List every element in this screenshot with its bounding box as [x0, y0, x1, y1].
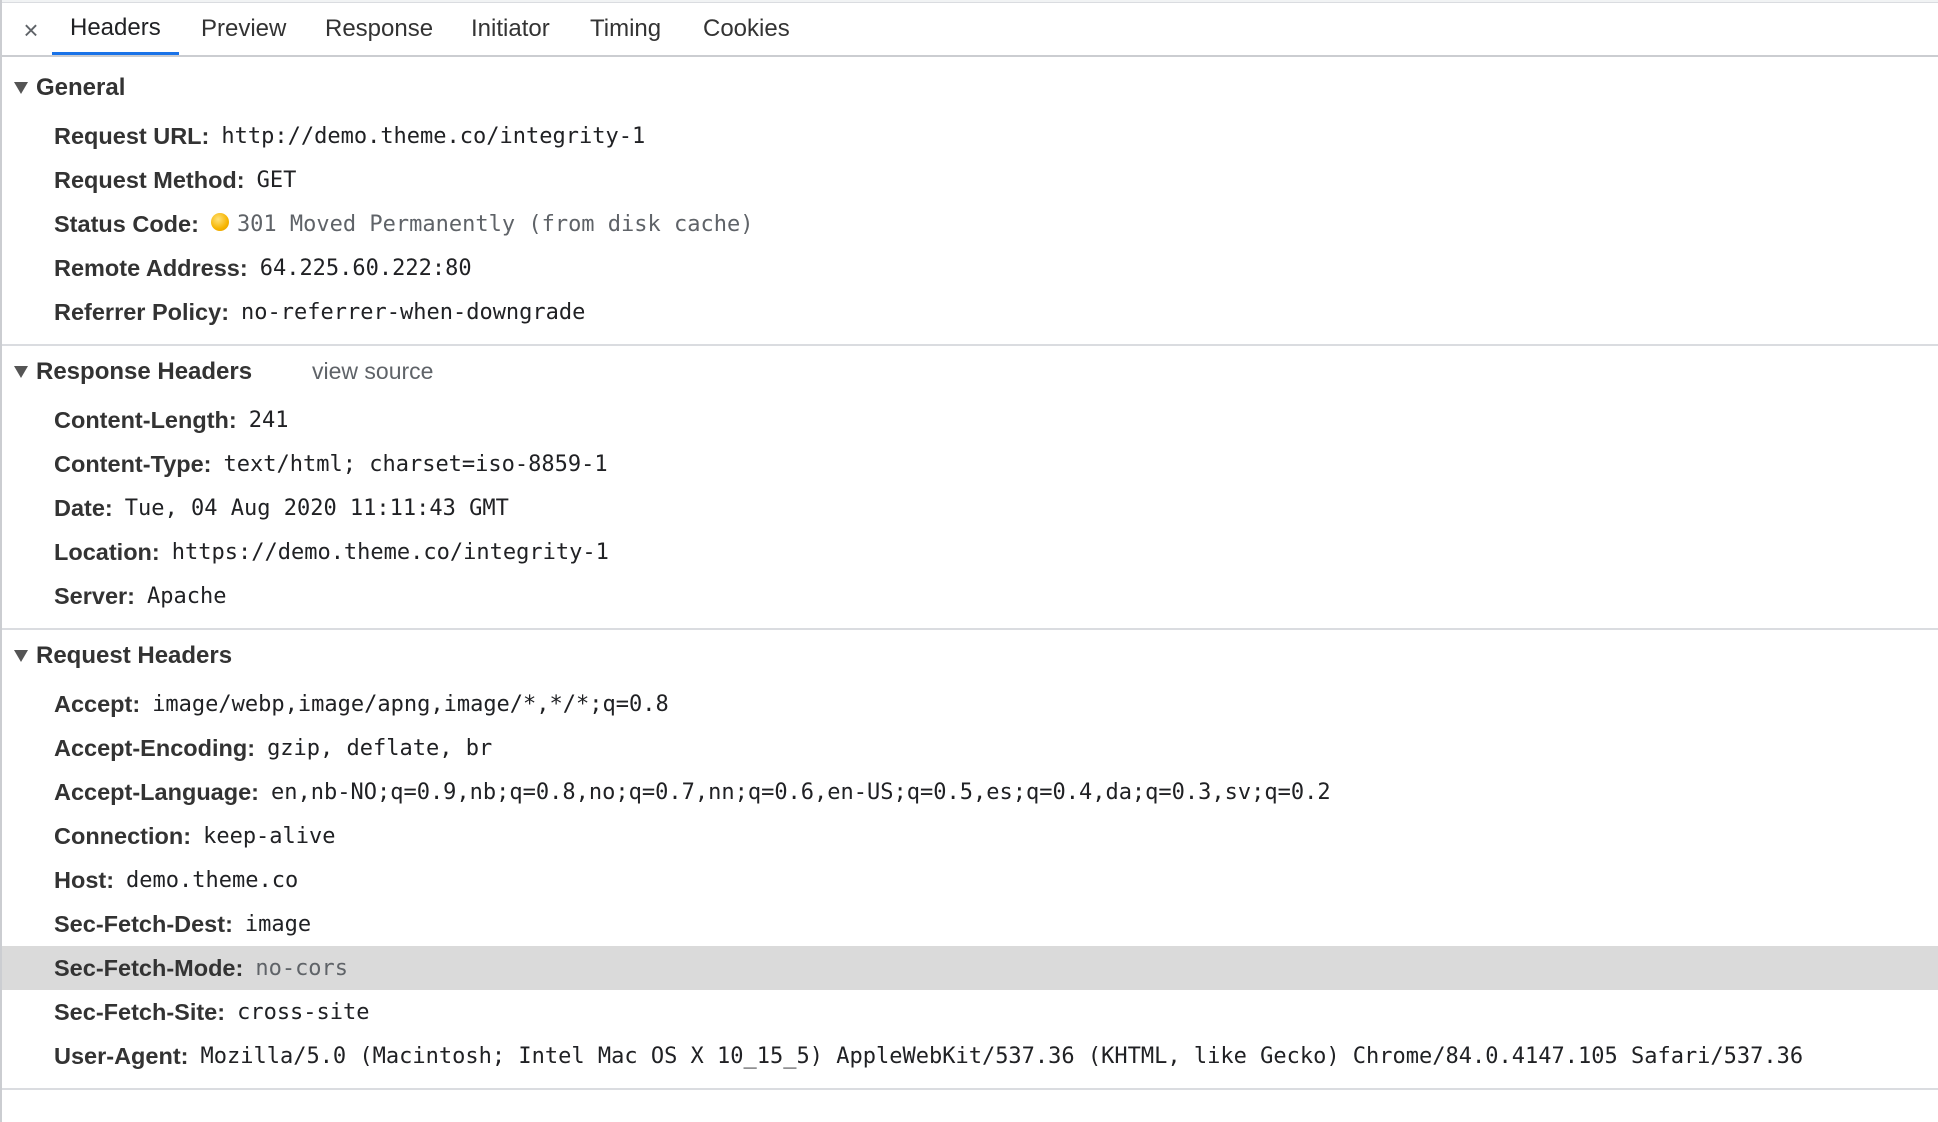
header-key: Accept-Encoding: — [54, 734, 256, 761]
tab-timing[interactable]: Timing — [572, 3, 679, 55]
header-key: Host: — [54, 866, 115, 893]
request-header-row: Accept-Encoding: gzip, deflate, br — [2, 726, 1938, 770]
view-source-link[interactable]: view source — [312, 358, 433, 385]
response-headers-section-header[interactable]: Response Headers — [14, 354, 252, 390]
header-key: Server: — [54, 582, 135, 609]
header-key: Sec-Fetch-Mode: — [54, 954, 244, 981]
request-header-row: Accept: image/webp,image/apng,image/*,*/… — [2, 682, 1938, 726]
header-key: Connection: — [54, 822, 192, 849]
request-header-row: Accept-Language: en,nb-NO;q=0.9,nb;q=0.8… — [2, 770, 1938, 814]
general-row-request-url: Request URL: http://demo.theme.co/integr… — [2, 114, 1938, 158]
general-section-header[interactable]: General — [14, 70, 125, 106]
header-value: text/html; charset=iso-8859-1 — [223, 451, 608, 477]
tab-headers[interactable]: Headers — [52, 3, 179, 55]
request-header-row-highlighted[interactable]: Sec-Fetch-Mode: no-cors — [2, 946, 1938, 990]
header-key: Content-Type: — [54, 450, 212, 477]
header-value: 241 — [248, 407, 289, 433]
header-value: Tue, 04 Aug 2020 11:11:43 GMT — [124, 495, 509, 521]
devtools-network-headers-panel: × Headers Preview Response Initiator Tim… — [0, 0, 1938, 1122]
header-key: Accept: — [54, 690, 141, 717]
request-headers-section-header[interactable]: Request Headers — [14, 638, 232, 674]
header-key: Request Method: — [54, 166, 245, 193]
header-value: gzip, deflate, br — [267, 735, 493, 761]
request-header-row: User-Agent: Mozilla/5.0 (Macintosh; Inte… — [2, 1034, 1938, 1078]
response-header-row: Server: Apache — [2, 574, 1938, 618]
header-value: no-referrer-when-downgrade — [241, 299, 586, 325]
general-row-status-code: Status Code: 301 Moved Permanently (from… — [2, 202, 1938, 246]
tab-preview[interactable]: Preview — [183, 3, 304, 55]
header-key: Status Code: — [54, 210, 199, 237]
header-key: Referrer Policy: — [54, 298, 230, 325]
tab-cookies[interactable]: Cookies — [685, 3, 808, 55]
header-key: Location: — [54, 538, 160, 565]
header-value: keep-alive — [203, 823, 336, 849]
header-value: demo.theme.co — [126, 867, 299, 893]
response-header-row: Content-Type: text/html; charset=iso-885… — [2, 442, 1938, 486]
header-value: no-cors — [255, 955, 349, 981]
header-key: Sec-Fetch-Site: — [54, 998, 226, 1025]
general-row-request-method: Request Method: GET — [2, 158, 1938, 202]
response-header-row: Content-Length: 241 — [2, 398, 1938, 442]
response-headers-section: Response Headers view source Content-Len… — [2, 346, 1938, 630]
header-value: GET — [256, 167, 297, 193]
request-header-row: Connection: keep-alive — [2, 814, 1938, 858]
header-key: User-Agent: — [54, 1042, 189, 1069]
general-row-remote-address: Remote Address: 64.225.60.222:80 — [2, 246, 1938, 290]
header-key: Content-Length: — [54, 406, 237, 433]
request-header-row: Host: demo.theme.co — [2, 858, 1938, 902]
header-key: Sec-Fetch-Dest: — [54, 910, 233, 937]
tab-response[interactable]: Response — [307, 3, 451, 55]
status-dot-icon — [210, 213, 229, 231]
collapse-triangle-icon — [14, 650, 28, 662]
general-row-referrer-policy: Referrer Policy: no-referrer-when-downgr… — [2, 290, 1938, 334]
header-value: 64.225.60.222:80 — [259, 255, 472, 281]
header-value: http://demo.theme.co/integrity-1 — [221, 123, 646, 149]
tab-bar: × Headers Preview Response Initiator Tim… — [2, 3, 1938, 57]
header-key: Remote Address: — [54, 254, 248, 281]
general-section: General Request URL: http://demo.theme.c… — [2, 58, 1938, 346]
header-key: Request URL: — [54, 122, 210, 149]
collapse-triangle-icon — [14, 366, 28, 378]
header-value: 301 Moved Permanently (from disk cache) — [236, 211, 754, 237]
request-header-row: Sec-Fetch-Dest: image — [2, 902, 1938, 946]
request-headers-section: Request Headers Accept: image/webp,image… — [2, 630, 1938, 1090]
header-key: Date: — [54, 494, 113, 521]
request-headers-section-title: Request Headers — [36, 642, 233, 669]
header-value: image/webp,image/apng,image/*,*/*;q=0.8 — [152, 691, 669, 717]
close-icon[interactable]: × — [16, 11, 46, 49]
general-section-title: General — [36, 74, 126, 101]
tab-initiator[interactable]: Initiator — [453, 3, 568, 55]
response-headers-section-title: Response Headers — [36, 358, 253, 385]
header-value: https://demo.theme.co/integrity-1 — [171, 539, 609, 565]
header-value: Apache — [147, 583, 227, 609]
collapse-triangle-icon — [14, 82, 28, 94]
header-value: cross-site — [237, 999, 370, 1025]
header-value: image — [244, 911, 312, 937]
header-key: Accept-Language: — [54, 778, 259, 805]
request-header-row: Sec-Fetch-Site: cross-site — [2, 990, 1938, 1034]
header-value: en,nb-NO;q=0.9,nb;q=0.8,no;q=0.7,nn;q=0.… — [271, 779, 1331, 805]
response-header-row: Location: https://demo.theme.co/integrit… — [2, 530, 1938, 574]
header-value: Mozilla/5.0 (Macintosh; Intel Mac OS X 1… — [200, 1043, 1804, 1069]
response-header-row: Date: Tue, 04 Aug 2020 11:11:43 GMT — [2, 486, 1938, 530]
